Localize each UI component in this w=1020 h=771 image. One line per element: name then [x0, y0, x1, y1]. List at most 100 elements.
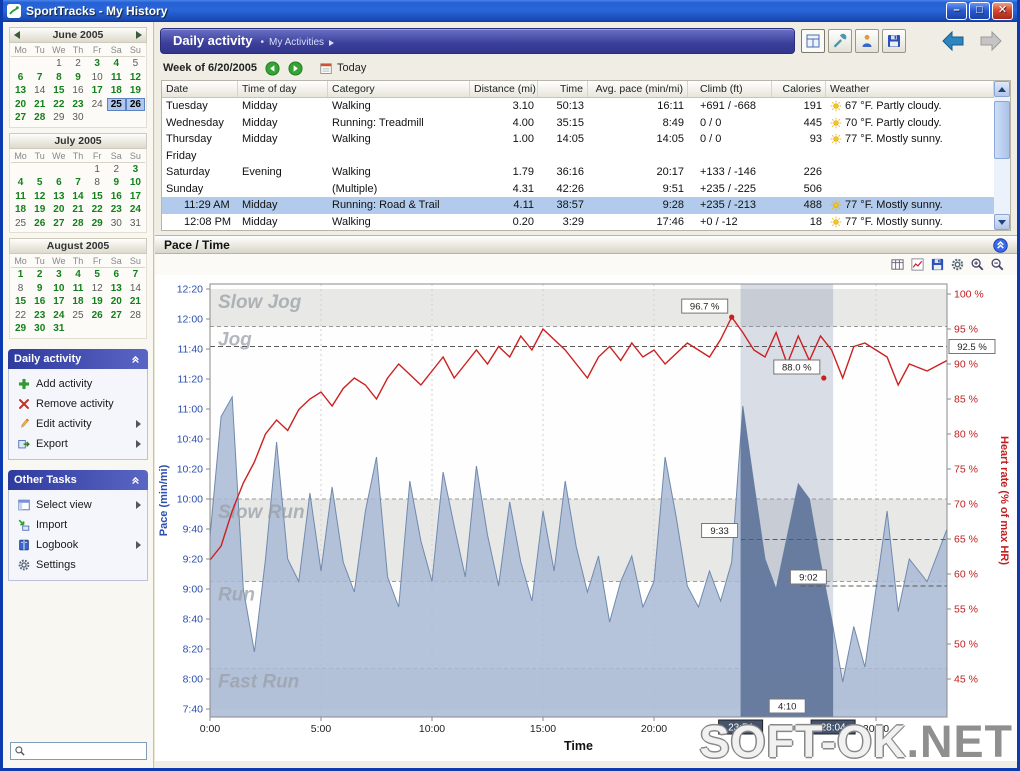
table-row[interactable]: Tuesday Midday Walking 3.10 50:13 16:11 +691 /… — [162, 98, 994, 115]
calendar-day[interactable]: 29 — [49, 111, 68, 125]
calendar-view-button[interactable] — [801, 29, 825, 53]
calendar-day[interactable]: 14 — [30, 84, 49, 98]
calendar-day[interactable]: 2 — [30, 268, 49, 282]
calendar-day[interactable]: 13 — [107, 282, 126, 296]
calendar-day[interactable]: 25 — [11, 217, 30, 231]
task-export[interactable]: Export — [11, 434, 145, 454]
scroll-down-button[interactable] — [994, 214, 1010, 230]
calendar-day[interactable]: 15 — [11, 295, 30, 309]
close-button[interactable]: ✕ — [992, 2, 1013, 20]
calendar-day[interactable]: 30 — [107, 217, 126, 231]
calendar-day[interactable]: 28 — [126, 309, 145, 323]
calendar-day[interactable]: 31 — [126, 217, 145, 231]
calendar-day[interactable]: 3 — [88, 57, 107, 71]
table-row[interactable]: Thursday Midday Walking 1.00 14:05 14:05 0 / 0… — [162, 131, 994, 148]
calendar-day[interactable]: 9 — [107, 176, 126, 190]
calendar-day[interactable]: 27 — [107, 309, 126, 323]
calendar-day[interactable]: 11 — [11, 190, 30, 204]
table-row[interactable]: Saturday Evening Walking 1.79 36:16 20:17 +133… — [162, 164, 994, 181]
collapse-chart-button[interactable] — [993, 237, 1008, 253]
calendar-day[interactable]: 4 — [107, 57, 126, 71]
table-scrollbar[interactable] — [994, 81, 1010, 230]
calendar-day[interactable]: 7 — [68, 176, 87, 190]
calendar-day[interactable]: 26 — [88, 309, 107, 323]
calendar-day[interactable]: 26 — [30, 217, 49, 231]
scroll-up-button[interactable] — [994, 81, 1010, 97]
task-settings[interactable]: Settings — [11, 555, 145, 575]
calendar-day[interactable]: 17 — [126, 190, 145, 204]
pace-time-chart[interactable]: Slow Jog Jog Slow Run Run Fast Run 12:20 12:00… — [155, 275, 1015, 761]
table-row[interactable]: Wednesday Midday Running: Treadmill 4.00 35:… — [162, 115, 994, 132]
title-bar[interactable]: SportTracks - My History – □ ✕ — [3, 0, 1017, 22]
calendar-day[interactable]: 21 — [126, 295, 145, 309]
zoom-in-icon[interactable] — [970, 257, 985, 272]
calendar-day[interactable]: 19 — [88, 295, 107, 309]
calendar-day[interactable]: 13 — [49, 190, 68, 204]
calendar-day[interactable]: 22 — [11, 309, 30, 323]
calendar-day[interactable]: 10 — [126, 176, 145, 190]
calendar-day[interactable]: 26 — [125, 97, 145, 111]
calendar-day[interactable]: 24 — [49, 309, 68, 323]
calendar-day[interactable]: 13 — [11, 84, 30, 98]
calendar-day[interactable]: 21 — [30, 98, 49, 112]
calendar-day[interactable]: 9 — [30, 282, 49, 296]
calendar-day[interactable]: 12 — [126, 71, 145, 85]
calendar-day[interactable]: 29 — [88, 217, 107, 231]
calendar-day[interactable]: 15 — [49, 84, 68, 98]
table-row[interactable]: 12:08 PM Midday Walking 0.20 3:29 17:46 +0 / -… — [162, 214, 994, 231]
calendar-day[interactable]: 6 — [11, 71, 30, 85]
calendar-day[interactable]: 1 — [11, 268, 30, 282]
previous-week-button[interactable] — [265, 60, 280, 76]
calendar-day[interactable]: 25 — [106, 97, 126, 111]
calendar-day[interactable]: 5 — [126, 57, 145, 71]
calendar-day[interactable]: 1 — [88, 163, 107, 177]
calendar-day[interactable]: 2 — [68, 57, 87, 71]
calendar-day[interactable]: 3 — [126, 163, 145, 177]
calendar-day[interactable]: 19 — [30, 203, 49, 217]
calendar-day[interactable]: 23 — [107, 203, 126, 217]
previous-month-button[interactable] — [10, 31, 24, 39]
calendar-day[interactable]: 28 — [68, 217, 87, 231]
search-input[interactable] — [29, 745, 143, 757]
calendar-day[interactable]: 20 — [107, 295, 126, 309]
line-chart-icon[interactable] — [910, 257, 925, 272]
calendar-day[interactable]: 6 — [107, 268, 126, 282]
column-header-date[interactable]: Date — [162, 81, 238, 97]
calendar-day[interactable]: 1 — [49, 57, 68, 71]
calendar-day[interactable]: 18 — [11, 203, 30, 217]
calendar-day[interactable]: 30 — [68, 111, 87, 125]
minimize-button[interactable]: – — [946, 2, 967, 20]
gear-icon[interactable] — [950, 257, 965, 272]
calendar-day[interactable]: 7 — [126, 268, 145, 282]
calendar-day[interactable]: 14 — [68, 190, 87, 204]
panel-header[interactable]: Daily activity — [8, 348, 148, 369]
calendar-day[interactable]: 10 — [88, 71, 107, 85]
calendar-day[interactable]: 25 — [68, 309, 87, 323]
scrollbar-track[interactable] — [994, 97, 1010, 214]
calendar-day[interactable]: 22 — [49, 98, 68, 112]
table-icon[interactable] — [890, 257, 905, 272]
calendar-day[interactable]: 19 — [126, 84, 145, 98]
calendar-day[interactable]: 7 — [30, 71, 49, 85]
calendar-day[interactable]: 23 — [68, 98, 87, 112]
calendar-day[interactable]: 15 — [88, 190, 107, 204]
calendar-day[interactable]: 22 — [88, 203, 107, 217]
calendar-day[interactable]: 5 — [30, 176, 49, 190]
next-week-button[interactable] — [288, 60, 303, 76]
column-header-weather[interactable]: Weather — [826, 81, 994, 97]
calendar-day[interactable]: 23 — [30, 309, 49, 323]
task-add-activity[interactable]: Add activity — [11, 374, 145, 394]
calendar-day[interactable]: 24 — [88, 98, 107, 112]
column-header-distance-mi[interactable]: Distance (mi) — [470, 81, 538, 97]
maximize-button[interactable]: □ — [969, 2, 990, 20]
calendar-day[interactable]: 2 — [107, 163, 126, 177]
task-import[interactable]: Import — [11, 515, 145, 535]
column-header-time[interactable]: Time — [538, 81, 588, 97]
calendar-day[interactable]: 8 — [49, 71, 68, 85]
next-month-button[interactable] — [132, 31, 146, 39]
calendar-day[interactable]: 8 — [11, 282, 30, 296]
column-header-climb-ft[interactable]: Climb (ft) — [688, 81, 772, 97]
calendar-day[interactable]: 6 — [49, 176, 68, 190]
back-arrow-button[interactable] — [939, 30, 967, 52]
calendar-day[interactable]: 3 — [49, 268, 68, 282]
